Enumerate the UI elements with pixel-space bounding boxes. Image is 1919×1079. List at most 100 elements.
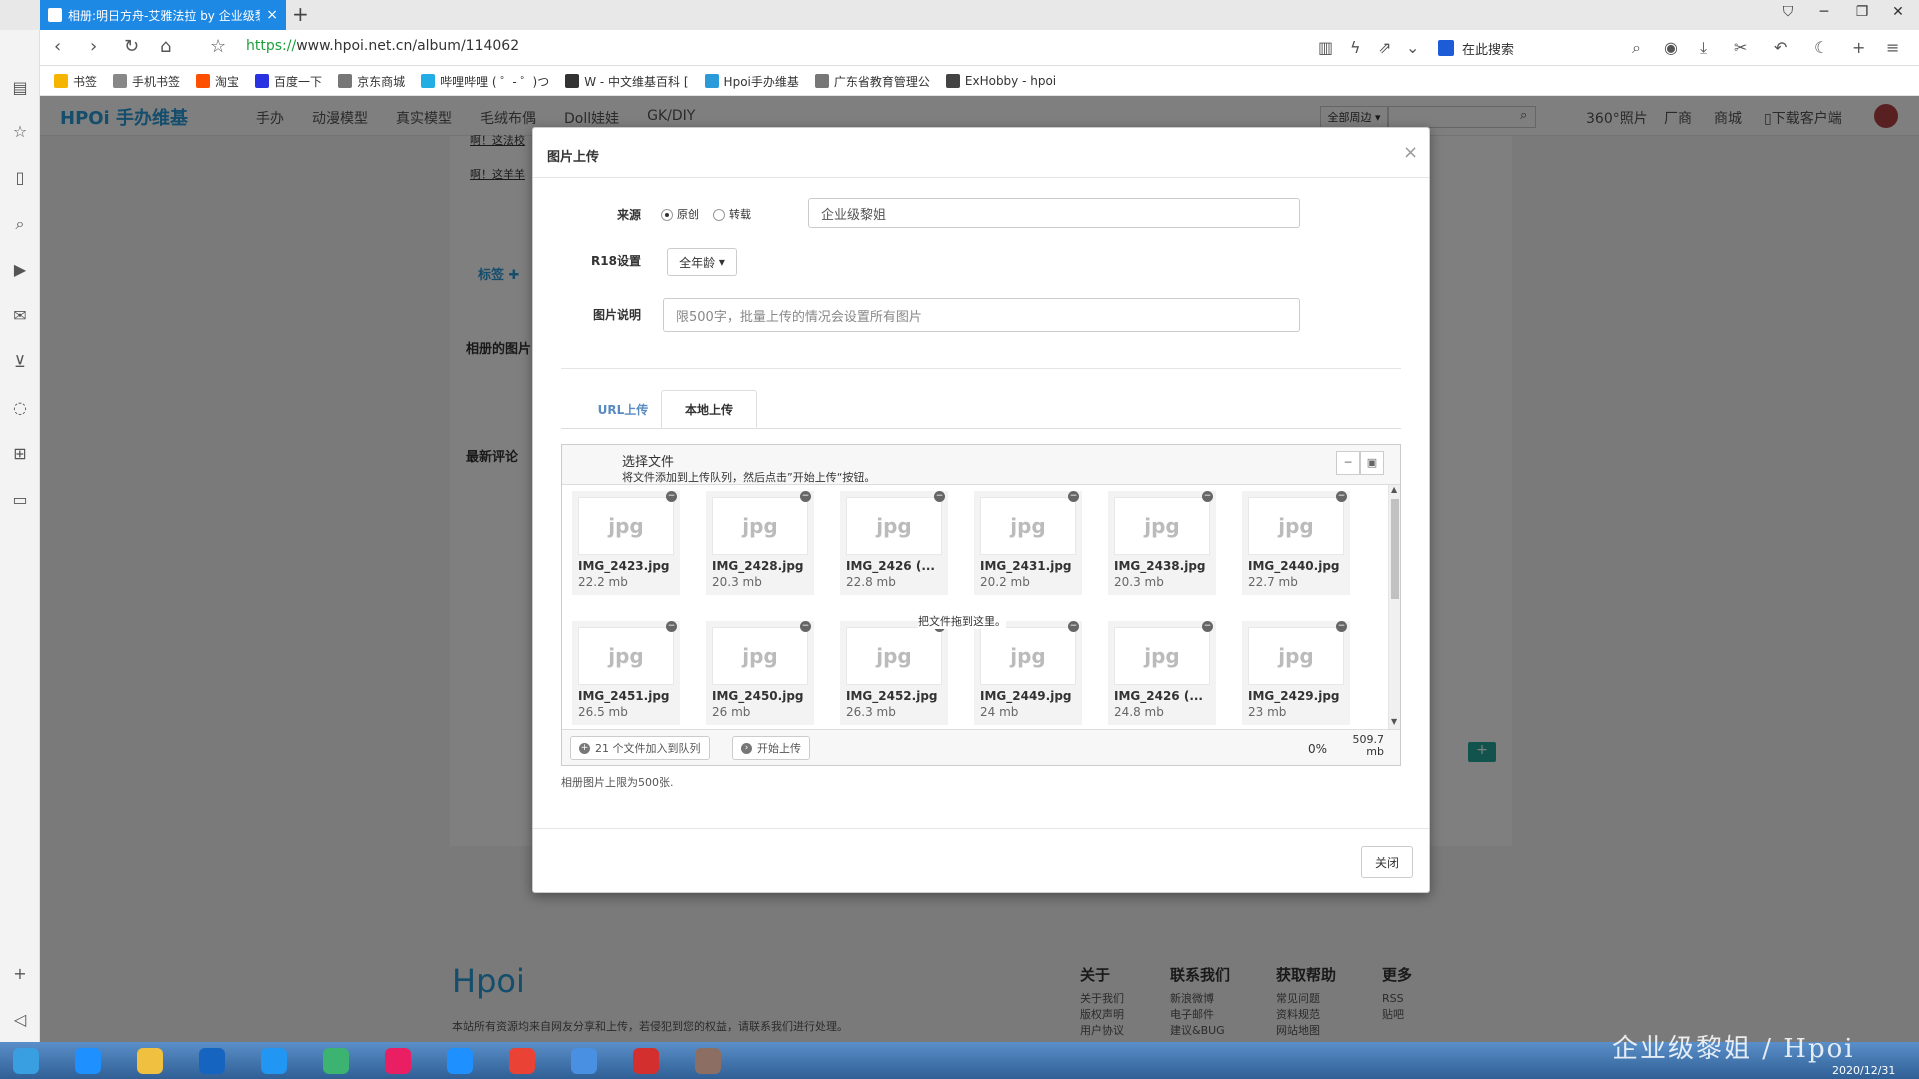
taskbar-app-ie[interactable] bbox=[68, 1044, 108, 1077]
bookmark-item[interactable]: 京东商城 bbox=[338, 73, 405, 90]
chevron-down-icon[interactable]: ⌄ bbox=[1406, 38, 1419, 57]
scroll-down-icon[interactable]: ▼ bbox=[1391, 717, 1397, 726]
shirt-icon[interactable]: ⛉ bbox=[1770, 4, 1806, 20]
taskbar-app-start[interactable] bbox=[6, 1044, 46, 1077]
live-icon[interactable]: ▭ bbox=[8, 488, 32, 512]
video-icon[interactable]: ▶ bbox=[8, 258, 32, 282]
bookmark-item[interactable]: 哔哩哔哩 ( ゜- ゜)つ bbox=[421, 73, 549, 90]
bookmark-item[interactable]: 百度一下 bbox=[255, 73, 322, 90]
bookmark-item[interactable]: 淘宝 bbox=[196, 73, 239, 90]
tab-url-upload[interactable]: URL上传 bbox=[573, 390, 673, 428]
scroll-thumb[interactable] bbox=[1391, 499, 1399, 599]
add-icon[interactable]: + bbox=[8, 962, 32, 986]
radio-original[interactable]: 原创 bbox=[661, 206, 699, 222]
taskbar-app-chrome[interactable] bbox=[502, 1044, 542, 1077]
clock-date[interactable]: 2020/12/31 bbox=[1832, 1064, 1895, 1077]
file-item[interactable]: jpg IMG_2426 (... 24.8 mb − bbox=[1108, 621, 1216, 725]
remove-file-icon[interactable]: − bbox=[666, 621, 677, 632]
favorites-icon[interactable]: ☆ bbox=[8, 120, 32, 144]
plus-icon[interactable]: + bbox=[1852, 38, 1865, 57]
file-item[interactable]: jpg IMG_2440.jpg 22.7 mb − bbox=[1242, 491, 1350, 595]
reader-mode-icon[interactable]: ▥ bbox=[1318, 38, 1333, 57]
remove-file-icon[interactable]: − bbox=[1336, 621, 1347, 632]
radio-original-dot[interactable] bbox=[661, 209, 673, 221]
file-item[interactable]: jpg IMG_2429.jpg 23 mb − bbox=[1242, 621, 1350, 725]
bookmark-star-icon[interactable]: ☆ bbox=[210, 36, 226, 57]
search-icon[interactable]: ⌕ bbox=[8, 212, 32, 236]
download-icon[interactable]: ⤓ bbox=[1700, 38, 1707, 58]
file-item[interactable]: jpg IMG_2423.jpg 22.2 mb − bbox=[572, 491, 680, 595]
forward-icon[interactable]: › bbox=[90, 36, 97, 57]
bookmark-item[interactable]: Hpoi手办维基 bbox=[704, 73, 799, 90]
close-window-icon[interactable]: ✕ bbox=[1880, 4, 1916, 20]
tab-local-upload[interactable]: 本地上传 bbox=[661, 390, 757, 428]
file-item[interactable]: jpg IMG_2451.jpg 26.5 mb − bbox=[572, 621, 680, 725]
bookmark-item[interactable]: 手机书签 bbox=[113, 73, 180, 90]
home-icon[interactable]: ⌂ bbox=[160, 36, 171, 57]
lightning-icon[interactable]: ϟ bbox=[1350, 38, 1361, 57]
file-item[interactable]: jpg IMG_2438.jpg 20.3 mb − bbox=[1108, 491, 1216, 595]
taskbar-app-kugou[interactable] bbox=[192, 1044, 232, 1077]
close-button[interactable]: 关闭 bbox=[1361, 846, 1413, 878]
search-engine-icon[interactable] bbox=[1438, 40, 1454, 56]
restore-icon[interactable]: ❐ bbox=[1844, 4, 1880, 20]
remove-file-icon[interactable]: − bbox=[800, 621, 811, 632]
book-icon[interactable]: ▯ bbox=[8, 166, 32, 190]
scroll-up-icon[interactable]: ▲ bbox=[1391, 485, 1397, 494]
taskbar-app-youku[interactable] bbox=[378, 1044, 418, 1077]
menu-icon[interactable]: ≡ bbox=[1886, 38, 1899, 57]
file-item[interactable]: jpg IMG_2449.jpg 24 mb − bbox=[974, 621, 1082, 725]
search-icon[interactable]: ⌕ bbox=[1632, 38, 1641, 58]
remove-file-icon[interactable]: − bbox=[934, 491, 945, 502]
new-tab-button[interactable]: + bbox=[292, 2, 309, 26]
modal-close-icon[interactable]: × bbox=[1403, 142, 1418, 163]
taskbar-app-explorer[interactable] bbox=[130, 1044, 170, 1077]
collapse-icon[interactable]: ◁ bbox=[8, 1008, 32, 1032]
bookmark-item[interactable]: 书签 bbox=[54, 73, 97, 90]
scissors-icon[interactable]: ✂ bbox=[1734, 38, 1747, 57]
night-mode-icon[interactable]: ☾ bbox=[1814, 38, 1828, 57]
start-upload-button[interactable]: › 开始上传 bbox=[732, 736, 810, 760]
cart-icon[interactable]: ⊻ bbox=[8, 350, 32, 374]
file-item[interactable]: jpg IMG_2428.jpg 20.3 mb − bbox=[706, 491, 814, 595]
add-files-button[interactable]: +21 个文件加入到队列 bbox=[570, 736, 710, 760]
undo-icon[interactable]: ↶ bbox=[1774, 38, 1787, 57]
game-icon[interactable]: ◉ bbox=[1664, 38, 1678, 57]
file-item[interactable]: jpg IMG_2450.jpg 26 mb − bbox=[706, 621, 814, 725]
remove-file-icon[interactable]: − bbox=[1202, 621, 1213, 632]
taskbar-app-baidu-netdisk[interactable] bbox=[564, 1044, 604, 1077]
remove-file-icon[interactable]: − bbox=[1336, 491, 1347, 502]
back-icon[interactable]: ‹ bbox=[54, 36, 61, 57]
taskbar-app-ie2[interactable] bbox=[440, 1044, 480, 1077]
remove-file-icon[interactable]: − bbox=[1068, 621, 1079, 632]
file-list-scrollbar[interactable]: ▲ ▼ bbox=[1388, 485, 1400, 729]
minimize-icon[interactable]: ─ bbox=[1806, 4, 1842, 20]
url-input[interactable]: https://www.hpoi.net.cn/album/114062 bbox=[246, 38, 519, 54]
taskbar-app-player[interactable] bbox=[316, 1044, 356, 1077]
thumbnail-view-icon[interactable]: ▣ bbox=[1360, 451, 1384, 475]
file-item[interactable]: jpg IMG_2426 (... 22.8 mb − bbox=[840, 491, 948, 595]
source-author-input[interactable]: 企业级黎姐 bbox=[808, 198, 1300, 228]
description-textarea[interactable]: 限500字，批量上传的情况会设置所有图片 bbox=[663, 298, 1300, 332]
bookmark-item[interactable]: W - 中文维基百科 [ bbox=[565, 73, 689, 90]
remove-file-icon[interactable]: − bbox=[1068, 491, 1079, 502]
tab-close-icon[interactable]: × bbox=[266, 7, 278, 23]
remove-file-icon[interactable]: − bbox=[800, 491, 811, 502]
tab-active[interactable]: 相册:明日方舟-艾雅法拉 by 企业级黎 × bbox=[40, 0, 286, 30]
bookmark-item[interactable]: ExHobby - hpoi bbox=[945, 74, 1056, 88]
radio-repost-dot[interactable] bbox=[713, 209, 725, 221]
list-view-icon[interactable]: ─ bbox=[1336, 451, 1360, 475]
remove-file-icon[interactable]: − bbox=[666, 491, 677, 502]
radio-repost[interactable]: 转载 bbox=[713, 206, 751, 222]
reader-icon[interactable]: ▤ bbox=[8, 76, 32, 100]
r18-dropdown[interactable]: 全年龄 ▾ bbox=[667, 248, 737, 276]
chat-icon[interactable]: ◌ bbox=[8, 396, 32, 420]
file-item[interactable]: jpgIMG_2452.jpg26.3 mb− bbox=[840, 621, 948, 725]
bookmark-item[interactable]: 广东省教育管理公 bbox=[814, 73, 930, 90]
translate-icon[interactable]: ⊞ bbox=[8, 442, 32, 466]
taskbar-app-netease-music[interactable] bbox=[626, 1044, 666, 1077]
browser-search-input[interactable]: 在此搜索 bbox=[1438, 36, 1656, 60]
mail-icon[interactable]: ✉ bbox=[8, 304, 32, 328]
taskbar-app-avatar-app[interactable] bbox=[688, 1044, 728, 1077]
share-icon[interactable]: ⇗ bbox=[1378, 38, 1391, 57]
